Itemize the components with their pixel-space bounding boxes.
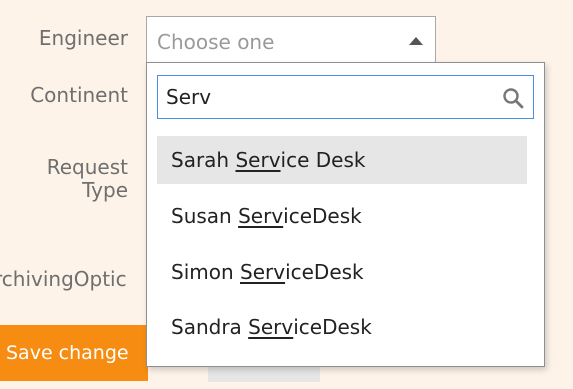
option-text: iceDesk bbox=[293, 315, 372, 339]
option-simon-servicedesk[interactable]: Simon ServiceDesk bbox=[157, 248, 527, 296]
option-text: iceDesk bbox=[285, 260, 364, 284]
search-field[interactable] bbox=[157, 75, 534, 119]
save-changes-button[interactable]: Save change bbox=[0, 325, 148, 381]
option-sarah-service-desk[interactable]: Sarah Service Desk bbox=[157, 136, 527, 184]
option-text: Simon bbox=[171, 260, 241, 284]
option-text: Susan bbox=[171, 204, 239, 228]
engineer-select-placeholder: Choose one bbox=[157, 30, 275, 54]
engineer-label: Engineer bbox=[38, 26, 128, 50]
caret-up-icon[interactable] bbox=[409, 37, 423, 45]
engineer-select[interactable]: Choose one bbox=[146, 16, 436, 66]
option-text: iceDesk bbox=[283, 204, 362, 228]
option-text: ice Desk bbox=[280, 148, 366, 172]
search-input[interactable] bbox=[158, 76, 488, 118]
continent-label: Continent bbox=[30, 83, 128, 107]
search-icon bbox=[503, 88, 524, 109]
engineer-dropdown: Sarah Service Desk Susan ServiceDesk Sim… bbox=[146, 62, 545, 367]
archiving-options-label: rchivingOptic bbox=[0, 267, 127, 291]
option-susan-servicedesk[interactable]: Susan ServiceDesk bbox=[157, 192, 527, 240]
option-match-text: Serv bbox=[240, 260, 286, 284]
option-match-text: Serv bbox=[238, 204, 284, 228]
option-text: Sandra bbox=[171, 315, 249, 339]
option-match-text: Serv bbox=[248, 315, 294, 339]
request-type-label: Request Type bbox=[46, 155, 128, 202]
option-match-text: Serv bbox=[235, 148, 281, 172]
option-text: Sarah bbox=[171, 148, 236, 172]
option-sandra-servicedesk[interactable]: Sandra ServiceDesk bbox=[157, 303, 527, 351]
